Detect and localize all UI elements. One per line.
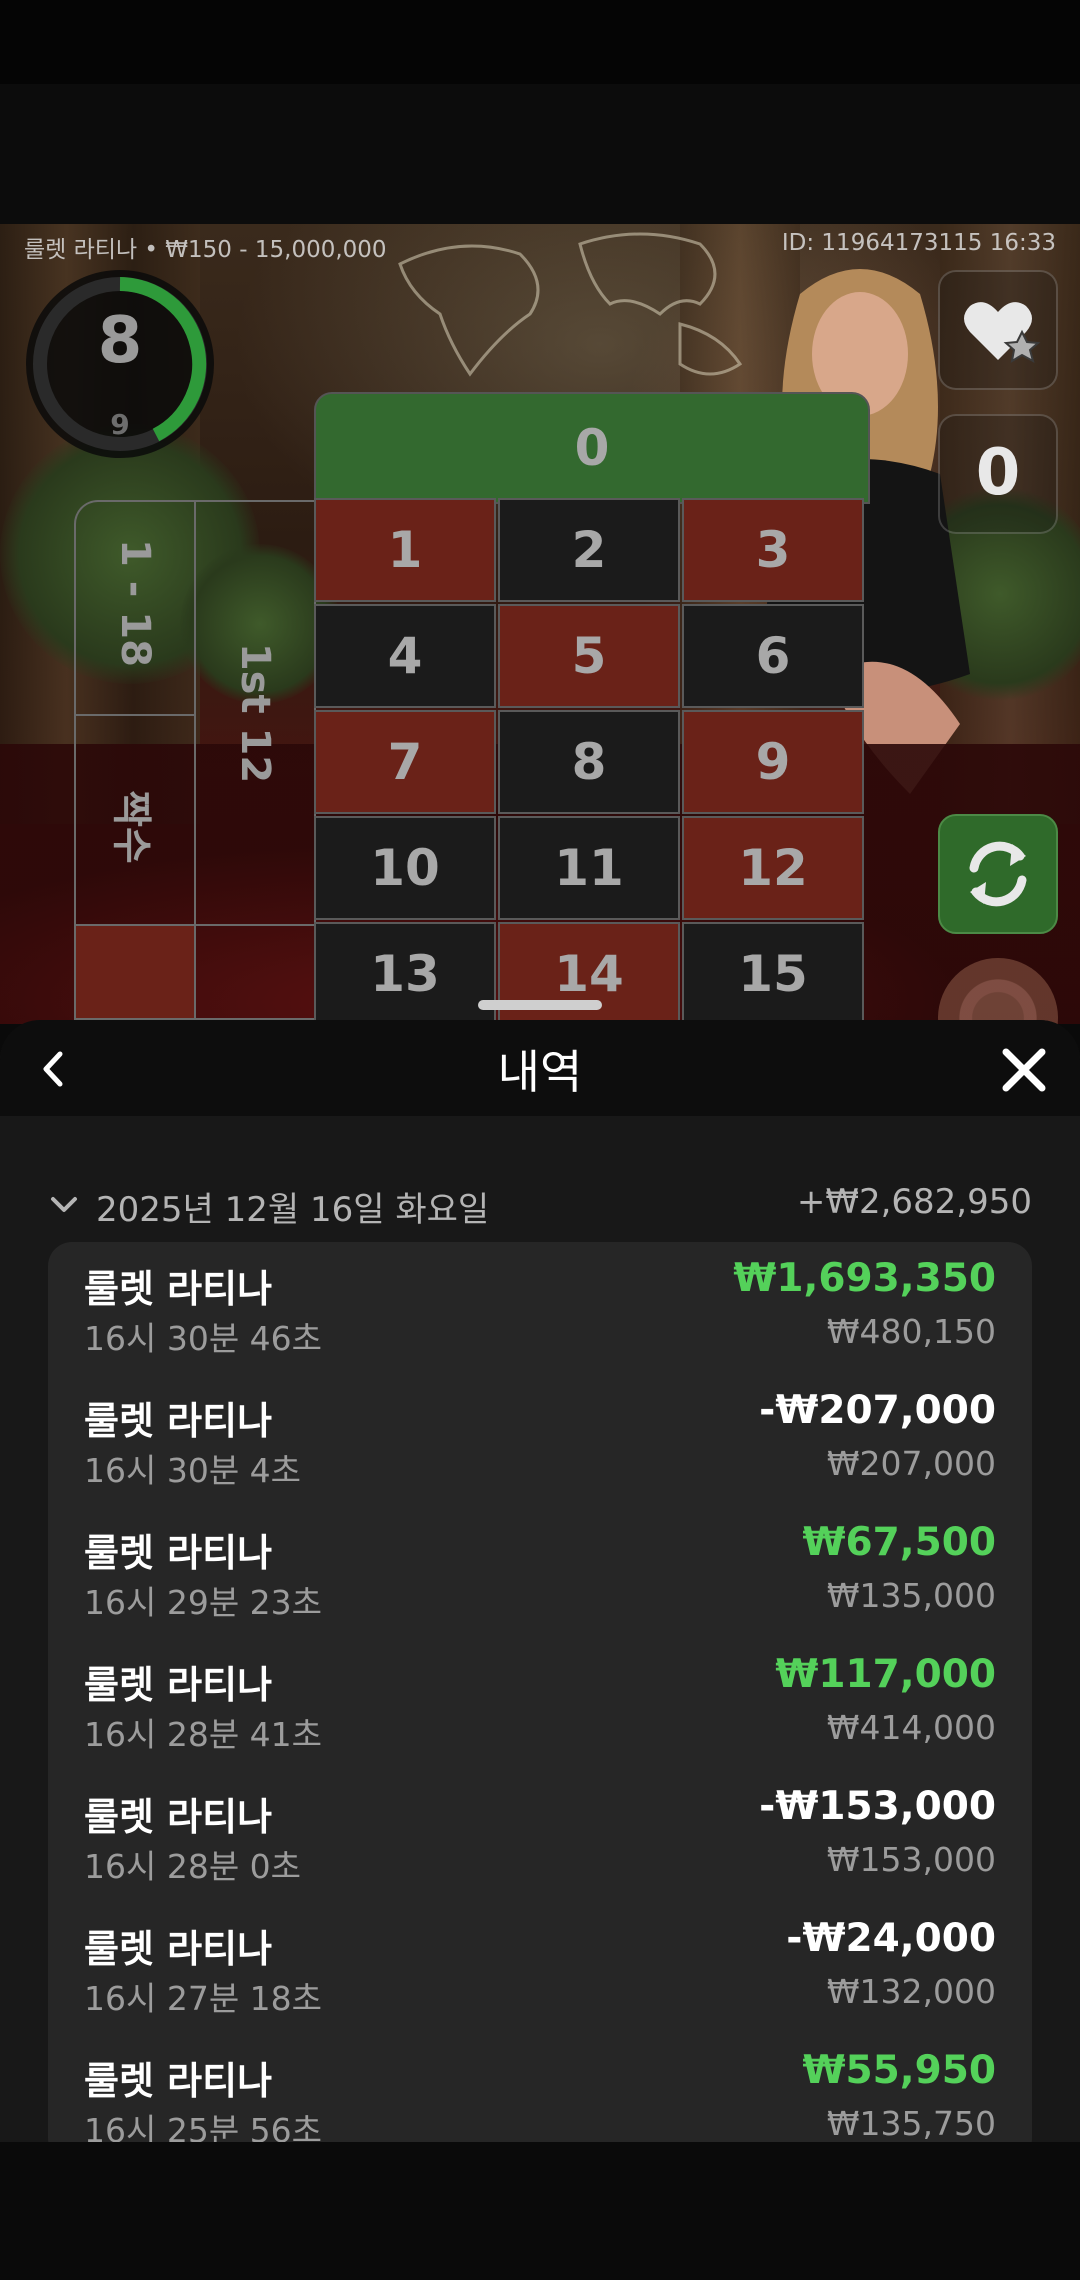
stake-amount: ₩414,000 <box>826 1708 996 1747</box>
stake-amount: ₩207,000 <box>826 1444 996 1483</box>
stake-amount: ₩132,000 <box>826 1972 996 2011</box>
favorite-button[interactable] <box>938 270 1058 390</box>
payout-amount: -₩24,000 <box>786 1916 996 1961</box>
timer-secondary: 9 <box>110 408 130 441</box>
bet-dozen-label: 1st 12 <box>232 642 278 784</box>
chevron-down-icon <box>51 1197 77 1212</box>
refresh-button[interactable] <box>938 814 1058 934</box>
bet-low-label: 1 - 18 <box>112 539 158 667</box>
history-row[interactable]: 룰렛 라티나 16시 25분 56초 ₩55,950 ₩135,750 <box>48 2038 1032 2142</box>
bet-number-0[interactable]: 0 <box>314 392 870 504</box>
game-name: 룰렛 라티나 <box>84 2059 273 2103</box>
bet-red[interactable] <box>74 924 196 1020</box>
bet-number-7[interactable]: 7 <box>314 710 496 814</box>
timer-value: 8 <box>97 304 143 378</box>
payout-amount: ₩67,500 <box>802 1520 996 1565</box>
bet-number-10[interactable]: 10 <box>314 816 496 920</box>
refresh-icon <box>969 841 1027 907</box>
history-list: 룰렛 라티나 16시 30분 46초 ₩1,693,350 ₩480,150 룰렛 라티… <box>48 1242 1032 2142</box>
bet-number-12[interactable]: 12 <box>682 816 864 920</box>
bet-time: 16시 27분 18초 <box>84 1979 323 2018</box>
payout-amount: ₩1,693,350 <box>733 1256 996 1301</box>
bet-time: 16시 25분 56초 <box>84 2111 323 2142</box>
bet-number-6[interactable]: 6 <box>682 604 864 708</box>
stake-amount: ₩153,000 <box>826 1840 996 1879</box>
bet-number-5[interactable]: 5 <box>498 604 680 708</box>
panel-title: 내역 <box>497 1045 583 1099</box>
day-group-header[interactable]: 2025년 12월 16일 화요일 +₩2,682,950 <box>48 1180 1032 1230</box>
bet-time: 16시 29분 23초 <box>84 1583 323 1622</box>
panel-header: 내역 <box>0 1020 1080 1116</box>
drag-handle[interactable] <box>478 1000 602 1010</box>
stake-amount: ₩135,750 <box>826 2104 996 2142</box>
close-icon <box>1002 1048 1046 1092</box>
payout-amount: ₩117,000 <box>775 1652 996 1697</box>
history-row[interactable]: 룰렛 라티나 16시 29분 23초 ₩67,500 ₩135,000 <box>48 1510 1032 1642</box>
status-bar-area <box>0 0 1080 84</box>
history-panel: 내역 2025년 12월 16일 화요일 +₩2,682,950 룰렛 라티나 1… <box>0 1020 1080 2142</box>
history-row[interactable]: 룰렛 라티나 16시 28분 0초 -₩153,000 ₩153,000 <box>48 1774 1032 1906</box>
round-id: ID: 11964173115 16:33 <box>781 230 1056 256</box>
day-total: +₩2,682,950 <box>796 1182 1032 1222</box>
game-name: 룰렛 라티나 <box>84 1663 273 1707</box>
bet-even-label: 짝수 <box>108 790 154 864</box>
bet-outside-cell[interactable] <box>194 924 316 1020</box>
close-button[interactable] <box>996 1042 1052 1098</box>
bet-number-9[interactable]: 9 <box>682 710 864 814</box>
payout-amount: -₩153,000 <box>759 1784 996 1829</box>
bet-number-11[interactable]: 11 <box>498 816 680 920</box>
chip-zero-button[interactable]: 0 <box>938 414 1058 534</box>
history-row[interactable]: 룰렛 라티나 16시 30분 46초 ₩1,693,350 ₩480,150 <box>48 1246 1032 1378</box>
bet-time: 16시 28분 41초 <box>84 1715 323 1754</box>
heart-star-icon <box>964 302 1041 364</box>
stake-amount: ₩480,150 <box>826 1312 996 1351</box>
top-spacer <box>0 84 1080 224</box>
payout-amount: -₩207,000 <box>759 1388 996 1433</box>
bet-number-13[interactable]: 13 <box>314 922 496 1026</box>
history-row[interactable]: 룰렛 라티나 16시 28분 41초 ₩117,000 ₩414,000 <box>48 1642 1032 1774</box>
bet-time: 16시 30분 4초 <box>84 1451 302 1490</box>
history-row[interactable]: 룰렛 라티나 16시 30분 4초 -₩207,000 ₩207,000 <box>48 1378 1032 1510</box>
bet-time: 16시 30분 46초 <box>84 1319 323 1358</box>
world-map-decor <box>398 232 743 377</box>
countdown-timer: 8 9 <box>24 268 216 460</box>
chip-zero-label: 0 <box>975 436 1021 510</box>
game-name: 룰렛 라티나 <box>84 1927 273 1971</box>
stake-amount: ₩135,000 <box>826 1576 996 1615</box>
game-name: 룰렛 라티나 <box>84 1267 273 1311</box>
bet-number-14[interactable]: 14 <box>498 922 680 1026</box>
payout-amount: ₩55,950 <box>802 2048 996 2093</box>
table-limits: 룰렛 라티나 • ₩150 - 15,000,000 <box>24 237 387 263</box>
history-row[interactable]: 룰렛 라티나 16시 27분 18초 -₩24,000 ₩132,000 <box>48 1906 1032 2038</box>
bet-number-4[interactable]: 4 <box>314 604 496 708</box>
game-name: 룰렛 라티나 <box>84 1399 273 1443</box>
bet-number-15[interactable]: 15 <box>682 922 864 1026</box>
game-name: 룰렛 라티나 <box>84 1531 273 1575</box>
bet-number-3[interactable]: 3 <box>682 498 864 602</box>
navigation-bar-area <box>0 2142 1080 2280</box>
bet-number-1[interactable]: 1 <box>314 498 496 602</box>
bet-number-8[interactable]: 8 <box>498 710 680 814</box>
bet-time: 16시 28분 0초 <box>84 1847 302 1886</box>
day-label: 2025년 12월 16일 화요일 <box>96 1190 490 1230</box>
bet-number-2[interactable]: 2 <box>498 498 680 602</box>
game-name: 룰렛 라티나 <box>84 1795 273 1839</box>
